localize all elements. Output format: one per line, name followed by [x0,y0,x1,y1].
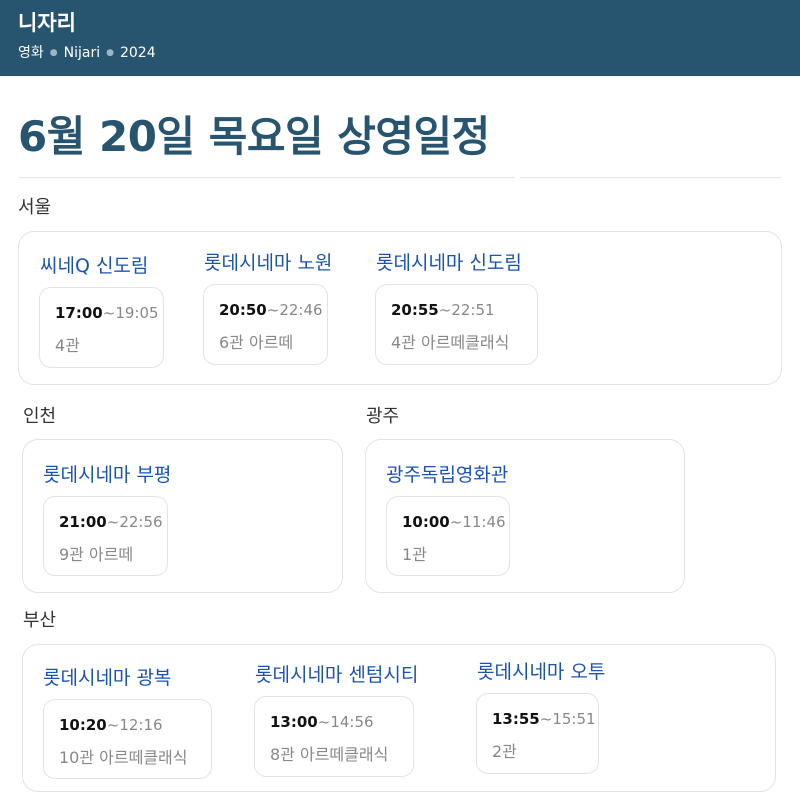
showtime-time: 20:55~22:51 [391,301,495,319]
theater-link[interactable]: 롯데시네마 오투 [477,657,605,684]
showtime-start: 10:20 [59,716,107,734]
showtime-end: ~22:51 [438,301,495,319]
showtime-end: ~19:05 [102,304,159,322]
showtime-screen: 4관 [55,336,80,355]
showtime-end: ~22:56 [106,513,163,531]
region-heading-incheon: 인천 [23,406,57,427]
showtime-card[interactable]: 17:00~19:05 4관 [39,287,164,368]
region-heading-gwangju: 광주 [366,406,400,427]
showtime-start: 20:55 [391,301,439,319]
separator-dot-icon: ● [49,48,58,58]
showtime-screen: 9관 아르떼 [59,545,134,564]
theater-link[interactable]: 롯데시네마 부평 [43,460,171,487]
region-heading-seoul: 서울 [18,197,52,218]
showtime-end: ~15:51 [539,710,596,728]
region-card-gwangju: 광주독립영화관 10:00~11:46 1관 [365,439,685,593]
theater-link[interactable]: 롯데시네마 센텀시티 [255,660,418,687]
theater-link[interactable]: 롯데시네마 광복 [43,663,171,690]
showtime-screen: 8관 아르떼클래식 [270,745,389,764]
region-card-busan: 롯데시네마 광복 10:20~12:16 10관 아르떼클래식 롯데시네마 센텀… [22,644,776,792]
showtime-start: 10:00 [402,513,450,531]
showtime-screen: 6관 아르떼 [219,333,294,352]
showtime-time: 10:20~12:16 [59,716,163,734]
showtime-card[interactable]: 21:00~22:56 9관 아르떼 [43,496,168,576]
showtime-time: 10:00~11:46 [402,513,506,531]
breadcrumb-original-title: Nijari [63,45,101,61]
showtime-screen: 4관 아르떼클래식 [391,333,510,352]
app-header: 니자리 영화 ● Nijari ● 2024 [0,0,800,76]
showtime-end: ~11:46 [449,513,506,531]
theater-link[interactable]: 씨네Q 신도림 [40,251,148,278]
region-heading-busan: 부산 [23,610,57,631]
showtime-time: 21:00~22:56 [59,513,163,531]
region-card-incheon: 롯데시네마 부평 21:00~22:56 9관 아르떼 [22,439,343,593]
showtime-start: 17:00 [55,304,103,322]
theater-link[interactable]: 롯데시네마 신도림 [376,248,522,275]
showtime-screen: 2관 [492,742,517,761]
breadcrumb-category[interactable]: 영화 [18,45,44,61]
showtime-start: 13:00 [270,713,318,731]
theater-link[interactable]: 광주독립영화관 [386,460,508,487]
theater-link[interactable]: 롯데시네마 노원 [204,248,332,275]
showtime-time: 13:55~15:51 [492,710,596,728]
showtime-time: 20:50~22:46 [219,301,323,319]
movie-title[interactable]: 니자리 [18,7,76,37]
breadcrumb: 영화 ● Nijari ● 2024 [18,42,156,62]
showtime-card[interactable]: 20:55~22:51 4관 아르떼클래식 [375,284,538,365]
showtime-card[interactable]: 10:20~12:16 10관 아르떼클래식 [43,699,212,779]
showtime-card[interactable]: 13:55~15:51 2관 [476,693,599,774]
showtime-time: 13:00~14:56 [270,713,374,731]
showtime-end: ~14:56 [317,713,374,731]
region-card-seoul: 씨네Q 신도림 17:00~19:05 4관 롯데시네마 노원 20:50~22… [18,231,782,385]
separator-dot-icon: ● [106,48,114,58]
page-title: 6월 20일 목요일 상영일정 [18,112,490,161]
showtime-start: 20:50 [219,301,267,319]
showtime-card[interactable]: 20:50~22:46 6관 아르떼 [203,284,328,365]
breadcrumb-year: 2024 [119,45,156,61]
title-divider [520,177,782,178]
showtime-start: 13:55 [492,710,540,728]
showtime-card[interactable]: 10:00~11:46 1관 [386,496,510,576]
showtime-start: 21:00 [59,513,107,531]
title-divider [18,177,515,178]
showtime-card[interactable]: 13:00~14:56 8관 아르떼클래식 [254,696,414,777]
showtime-screen: 10관 아르떼클래식 [59,748,188,767]
showtime-end: ~12:16 [106,716,163,734]
showtime-time: 17:00~19:05 [55,304,159,322]
showtime-end: ~22:46 [266,301,323,319]
showtime-screen: 1관 [402,545,427,564]
